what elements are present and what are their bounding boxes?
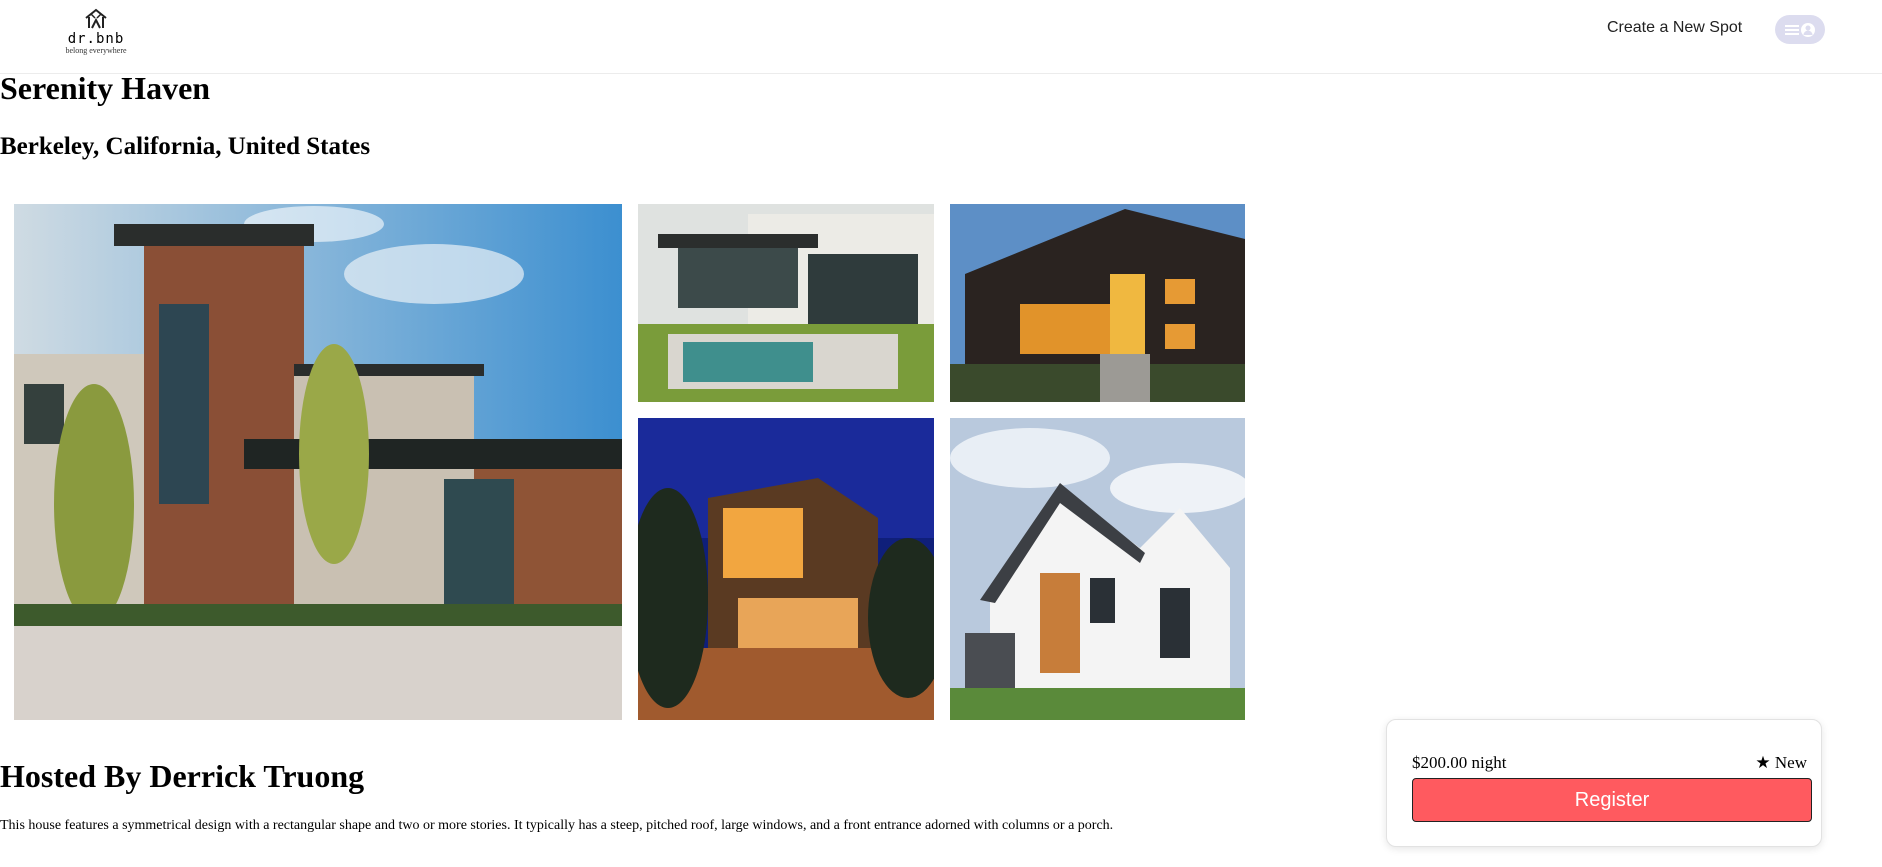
spot-image-5 xyxy=(950,418,1245,720)
create-spot-link[interactable]: Create a New Spot xyxy=(1607,19,1742,37)
rating-text: ★ New xyxy=(1755,753,1807,772)
logo-house-icon xyxy=(85,8,107,29)
host-heading: Hosted By Derrick Truong xyxy=(0,758,365,794)
logo-tagline: belong everywhere xyxy=(65,46,127,55)
menu-user-icon xyxy=(1785,23,1815,37)
spot-image-main xyxy=(14,204,622,720)
booking-card: $200.00 night ★ New Register xyxy=(1386,719,1822,847)
price-text: $200.00 night xyxy=(1412,753,1507,772)
spot-description: This house features a symmetrical design… xyxy=(0,818,1114,833)
top-nav: dr.bnb belong everywhere Create a New Sp… xyxy=(0,0,1882,74)
profile-menu-button[interactable] xyxy=(1775,15,1825,44)
spot-title: Serenity Haven xyxy=(0,70,211,106)
spot-image-4 xyxy=(638,418,934,720)
spot-image-2 xyxy=(638,204,934,402)
register-button[interactable]: Register xyxy=(1412,778,1812,822)
spot-image-3 xyxy=(950,204,1245,402)
spot-location: Berkeley, California, United States xyxy=(0,133,371,160)
logo[interactable]: dr.bnb belong everywhere xyxy=(58,8,134,64)
logo-name: dr.bnb xyxy=(67,31,125,47)
